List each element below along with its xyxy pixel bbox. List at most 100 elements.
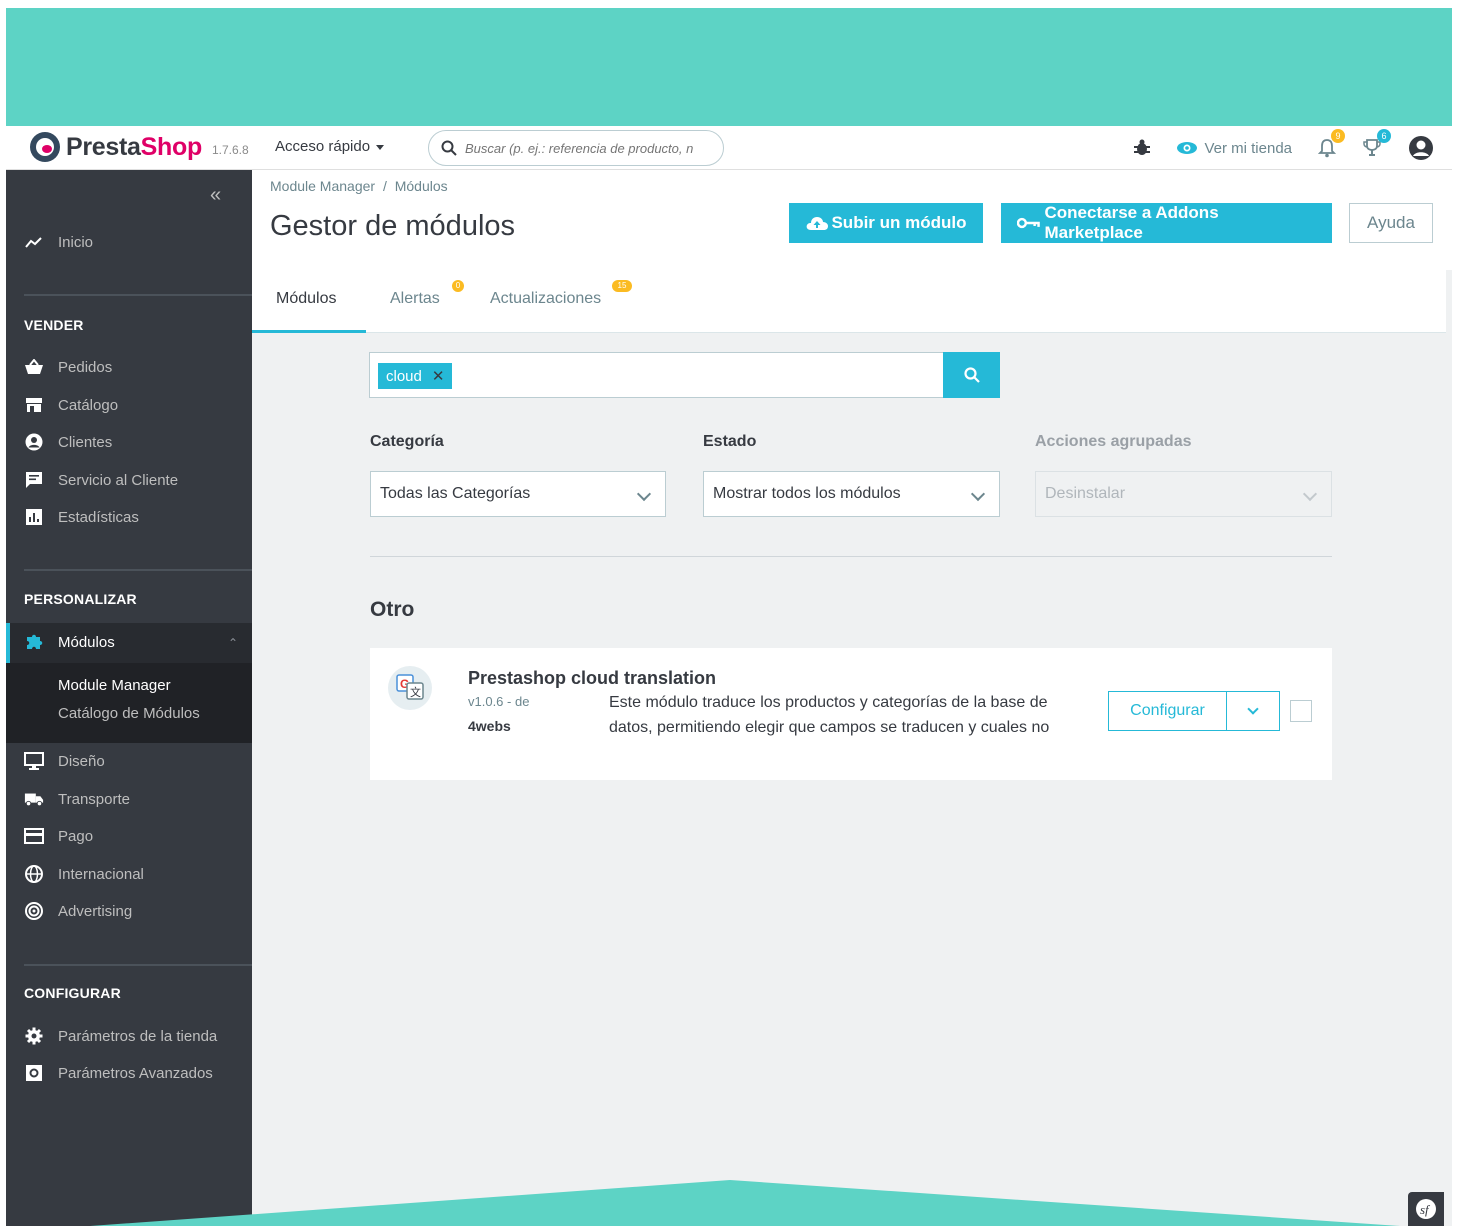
bulk-actions-select: Desinstalar (1035, 471, 1332, 517)
sidebar-item-advertising[interactable]: Advertising (24, 901, 132, 921)
category-heading: Otro (370, 598, 415, 621)
chevron-down-icon (1302, 486, 1318, 502)
settings-box-icon (24, 1063, 44, 1083)
sidebar-item-inicio[interactable]: Inicio (24, 232, 93, 252)
bar-chart-icon (24, 507, 44, 527)
search-input[interactable] (465, 140, 705, 156)
module-card: G文 Prestashop cloud translation v1.0.6 -… (370, 648, 1332, 780)
view-store-link[interactable]: Ver mi tienda (1176, 140, 1292, 157)
connect-addons-button[interactable]: Conectarse a Addons Marketplace (1001, 203, 1332, 243)
sidebar-item-pedidos[interactable]: Pedidos (24, 357, 112, 377)
module-author: 4webs (468, 718, 511, 734)
tab-alertas[interactable]: Alertas (390, 290, 440, 308)
status-label: Estado (703, 433, 757, 450)
module-actions-dropdown[interactable] (1226, 691, 1280, 731)
chevron-down-icon (1247, 703, 1259, 715)
monitor-icon (24, 751, 44, 771)
gear-icon (24, 1026, 44, 1046)
collapse-sidebar-icon[interactable]: « (210, 184, 221, 207)
breadcrumb-modulos[interactable]: Módulos (395, 178, 448, 194)
sidebar-subitem-catalogo-modulos[interactable]: Catálogo de Módulos (58, 705, 200, 722)
module-search-button[interactable] (943, 352, 1000, 398)
quick-access-dropdown[interactable]: Acceso rápido (275, 138, 385, 155)
bulk-actions-value: Desinstalar (1045, 485, 1126, 502)
breadcrumb-separator: / (382, 178, 387, 194)
sidebar-item-label: Pedidos (58, 358, 113, 376)
sidebar-item-pago[interactable]: Pago (24, 826, 93, 846)
module-search-field[interactable]: cloud ✕ (369, 352, 944, 398)
top-header: PrestaShop 1.7.6.8 Acceso rápido Ver mi … (6, 126, 1452, 170)
tab-modulos[interactable]: Módulos (276, 290, 336, 308)
sidebar-item-parametros-tienda[interactable]: Parámetros de la tienda (24, 1026, 217, 1046)
trophy-badge: 6 (1377, 129, 1391, 143)
sidebar-divider (24, 964, 252, 966)
tabs-bar: Módulos Alertas 0 Actualizaciones 15 (252, 270, 1446, 333)
breadcrumb-module-manager[interactable]: Module Manager (270, 178, 375, 194)
chevron-up-icon[interactable]: ⌃ (228, 636, 238, 650)
sidebar-item-servicio[interactable]: Servicio al Cliente (24, 470, 178, 490)
view-store-label: Ver mi tienda (1204, 139, 1292, 157)
sidebar-item-transporte[interactable]: Transporte (24, 789, 130, 809)
prestashop-logo[interactable]: PrestaShop 1.7.6.8 (30, 132, 249, 162)
user-avatar-icon (1409, 136, 1433, 160)
category-select[interactable]: Todas las Categorías (370, 471, 666, 517)
connect-addons-label: Conectarse a Addons Marketplace (1044, 203, 1219, 242)
account-circle-icon (24, 432, 44, 452)
cloud-upload-icon (807, 217, 829, 230)
sidebar-divider (24, 294, 252, 296)
sidebar-item-clientes[interactable]: Clientes (24, 432, 112, 452)
chevron-down-icon (970, 486, 986, 502)
search-icon (441, 140, 457, 156)
section-configurar: CONFIGURAR (24, 985, 121, 1001)
sidebar-item-label: Transporte (58, 790, 130, 808)
decorative-banner-bottom (90, 1180, 1400, 1226)
sidebar-item-estadisticas[interactable]: Estadísticas (24, 507, 139, 527)
puffin-logo-icon (30, 132, 60, 162)
chat-icon (24, 470, 44, 490)
module-select-checkbox[interactable] (1290, 700, 1312, 722)
sidebar-item-internacional[interactable]: Internacional (24, 864, 144, 884)
module-version: v1.0.6 - de (468, 694, 530, 709)
quick-access-label: Acceso rápido (275, 138, 371, 155)
search-tag-chip[interactable]: cloud ✕ (378, 363, 453, 389)
bug-icon (1134, 139, 1151, 155)
category-value: Todas las Categorías (380, 485, 531, 502)
module-name[interactable]: Prestashop cloud translation (468, 668, 716, 689)
key-icon (1017, 217, 1040, 229)
upload-module-button[interactable]: Subir un módulo (789, 203, 983, 243)
header-search[interactable] (428, 130, 724, 166)
debug-mode-button[interactable] (1134, 139, 1151, 157)
search-tag-label: cloud (386, 367, 422, 385)
status-select[interactable]: Mostrar todos los módulos (703, 471, 1000, 517)
prestashop-admin: PrestaShop 1.7.6.8 Acceso rápido Ver mi … (6, 126, 1452, 1226)
configure-button[interactable]: Configurar (1108, 691, 1227, 731)
section-vender: VENDER (24, 317, 84, 333)
category-label: Categoría (370, 433, 444, 450)
remove-tag-icon[interactable]: ✕ (432, 367, 445, 385)
sidebar-item-label: Parámetros Avanzados (58, 1064, 213, 1082)
trophy-button[interactable]: 6 (1362, 129, 1391, 158)
sidebar-subitem-module-manager[interactable]: Module Manager (58, 677, 171, 694)
decorative-banner-top (6, 8, 1452, 126)
header-actions: Ver mi tienda 9 6 (1134, 126, 1452, 170)
sidebar: « Inicio VENDER Pedidos Catálogo Cliente… (6, 170, 252, 1226)
notifications-button[interactable]: 9 (1318, 129, 1345, 158)
sidebar-item-catalogo[interactable]: Catálogo (24, 395, 118, 415)
sidebar-item-diseno[interactable]: Diseño (24, 751, 105, 771)
alerts-badge: 0 (452, 280, 464, 292)
chevron-down-icon (636, 486, 652, 502)
upload-module-label: Subir un módulo (831, 213, 967, 232)
symfony-debug-icon[interactable]: sf (1408, 1192, 1444, 1226)
sidebar-item-label: Internacional (58, 865, 144, 883)
truck-icon (24, 789, 44, 809)
module-description: Este módulo traduce los productos y cate… (609, 694, 1050, 736)
sidebar-item-label: Módulos (58, 633, 115, 651)
sidebar-item-modulos[interactable]: Módulos (24, 632, 115, 652)
status-value: Mostrar todos los módulos (713, 485, 901, 502)
tab-actualizaciones[interactable]: Actualizaciones (490, 290, 601, 308)
account-button[interactable] (1408, 135, 1434, 161)
store-icon (24, 395, 44, 415)
version-label: 1.7.6.8 (211, 143, 249, 157)
sidebar-item-parametros-avanzados[interactable]: Parámetros Avanzados (24, 1063, 213, 1083)
help-button[interactable]: Ayuda (1349, 203, 1433, 243)
